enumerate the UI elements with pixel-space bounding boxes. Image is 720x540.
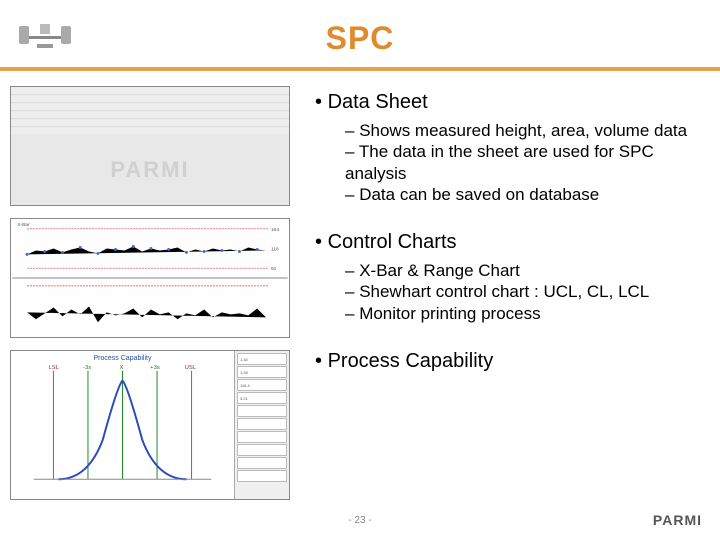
data-sheet-thumbnail: PARMI [10, 86, 290, 206]
pc-stats-panel: 1.34 1.28 118.4 3.21 [234, 351, 289, 499]
section-heading-2: Process Capability [315, 350, 710, 373]
stat-stddev: 3.21 [240, 396, 248, 401]
svg-text:LSL: LSL [48, 365, 59, 371]
svg-text:91: 91 [271, 266, 277, 272]
stat-cp: 1.34 [240, 357, 248, 362]
text-content: Data Sheet Shows measured height, area, … [290, 86, 710, 500]
section-1-item-0: X-Bar & Range Chart [345, 260, 710, 281]
svg-text:-3s: -3s [83, 365, 91, 371]
svg-text:X-Bar: X-Bar [17, 222, 30, 228]
section-0-item-2: Data can be saved on database [345, 184, 710, 205]
svg-text:164: 164 [271, 227, 279, 233]
stat-mean: 118.4 [240, 383, 250, 388]
process-capability-thumbnail: Process Capability LSL -3s X +3s USL [10, 350, 290, 500]
slide-title: SPC [0, 0, 720, 57]
svg-text:118: 118 [271, 246, 279, 252]
svg-text:X: X [120, 365, 124, 371]
section-0-item-0: Shows measured height, area, volume data [345, 120, 710, 141]
page-number: - 23 - [348, 515, 371, 526]
stat-cpk: 1.28 [240, 370, 248, 375]
watermark-logo: PARMI [110, 157, 189, 183]
device-logo-icon [15, 22, 75, 50]
section-1-item-1: Shewhart control chart : UCL, CL, LCL [345, 281, 710, 302]
svg-text:USL: USL [185, 365, 197, 371]
section-0-item-1: The data in the sheet are used for SPC a… [345, 141, 710, 184]
pc-chart-title: Process Capability [11, 355, 234, 362]
section-1-item-2: Monitor printing process [345, 303, 710, 324]
control-chart-thumbnail: 164 118 91 X-Bar [10, 218, 290, 338]
section-heading-0: Data Sheet [315, 91, 710, 114]
section-heading-1: Control Charts [315, 231, 710, 254]
footer-logo: PARMI [653, 512, 702, 528]
svg-text:+3s: +3s [150, 365, 160, 371]
